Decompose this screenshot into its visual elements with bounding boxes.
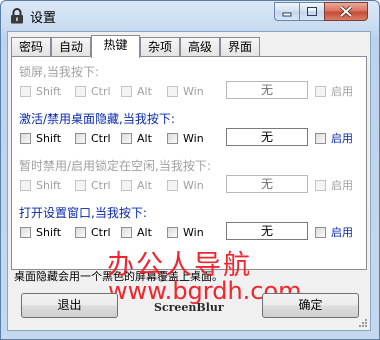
checkbox-box[interactable] [20, 227, 31, 238]
alt-label: Alt [137, 179, 152, 192]
checkbox-box[interactable] [75, 86, 86, 97]
tab-misc[interactable]: 杂项 [140, 37, 180, 56]
enable-label: 启用 [331, 132, 353, 145]
alt-checkbox[interactable]: Alt [121, 132, 152, 146]
shift-checkbox[interactable]: Shift [20, 85, 61, 99]
checkbox-box[interactable] [121, 133, 132, 144]
tab-interface[interactable]: 界面 [220, 37, 260, 56]
shift-label: Shift [36, 85, 62, 98]
checkbox-box[interactable] [167, 180, 178, 191]
checkbox-box[interactable] [121, 180, 132, 191]
exit-button[interactable]: 退出 [21, 293, 118, 318]
win-label: Win [183, 132, 204, 145]
hotkey-field[interactable]: 无 [226, 175, 308, 193]
checkbox-box[interactable] [20, 180, 31, 191]
dialog-body: 密码 自动 热键 杂项 高级 界面 锁屏,当我按下: Shift Ctrl Al… [7, 31, 371, 331]
resize-grip-icon[interactable] [358, 318, 368, 328]
win-label: Win [183, 85, 204, 98]
hotkey-field[interactable]: 无 [226, 222, 308, 240]
enable-checkbox[interactable]: 启用 [315, 179, 353, 193]
checkbox-box[interactable] [167, 133, 178, 144]
minimize-icon [282, 12, 292, 17]
checkbox-box[interactable] [315, 133, 326, 144]
alt-label: Alt [137, 85, 152, 98]
checkbox-box[interactable] [167, 86, 178, 97]
checkbox-box[interactable] [75, 133, 86, 144]
close-button[interactable] [324, 2, 368, 21]
shift-label: Shift [36, 132, 62, 145]
win-checkbox[interactable]: Win [167, 132, 204, 146]
alt-checkbox[interactable]: Alt [121, 179, 152, 193]
enable-label: 启用 [331, 226, 353, 239]
enable-checkbox[interactable]: 启用 [315, 85, 353, 99]
enable-checkbox[interactable]: 启用 [315, 132, 353, 146]
checkbox-box[interactable] [121, 227, 132, 238]
checkbox-box[interactable] [315, 227, 326, 238]
shift-checkbox[interactable]: Shift [20, 226, 61, 240]
checkbox-box[interactable] [121, 86, 132, 97]
enable-label: 启用 [331, 85, 353, 98]
group-title: 暂时禁用/启用锁定在空闲,当我按下: [19, 159, 211, 173]
tab-hotkeys[interactable]: 热键 [91, 35, 140, 58]
ctrl-checkbox[interactable]: Ctrl [75, 85, 111, 99]
tab-auto[interactable]: 自动 [51, 37, 91, 56]
win-label: Win [183, 226, 204, 239]
checkbox-box[interactable] [75, 180, 86, 191]
hotkeys-panel: 锁屏,当我按下: Shift Ctrl Alt Win 无 启用 激活/禁用桌面… [11, 56, 367, 270]
checkbox-box[interactable] [20, 133, 31, 144]
win-checkbox[interactable]: Win [167, 179, 204, 193]
ok-button[interactable]: 确定 [262, 293, 359, 318]
group-title: 激活/禁用桌面隐藏,当我按下: [19, 112, 175, 126]
ctrl-checkbox[interactable]: Ctrl [75, 226, 111, 240]
maximize-icon [307, 7, 317, 16]
close-icon [339, 5, 353, 18]
ctrl-label: Ctrl [91, 179, 111, 192]
checkbox-box[interactable] [75, 227, 86, 238]
checkbox-box[interactable] [315, 180, 326, 191]
ctrl-checkbox[interactable]: Ctrl [75, 132, 111, 146]
alt-label: Alt [137, 226, 152, 239]
ctrl-label: Ctrl [91, 85, 111, 98]
win-checkbox[interactable]: Win [167, 226, 204, 240]
maximize-button[interactable] [299, 2, 325, 21]
shift-checkbox[interactable]: Shift [20, 132, 61, 146]
ctrl-label: Ctrl [91, 226, 111, 239]
window-title: 设置 [30, 11, 57, 26]
shift-label: Shift [36, 179, 62, 192]
alt-label: Alt [137, 132, 152, 145]
tab-password[interactable]: 密码 [11, 37, 51, 56]
ctrl-checkbox[interactable]: Ctrl [75, 179, 111, 193]
checkbox-box[interactable] [315, 86, 326, 97]
checkbox-box[interactable] [20, 86, 31, 97]
ctrl-label: Ctrl [91, 132, 111, 145]
alt-checkbox[interactable]: Alt [121, 226, 152, 240]
title-bar[interactable]: 设置 [1, 1, 379, 31]
tab-advanced[interactable]: 高级 [180, 37, 220, 56]
enable-checkbox[interactable]: 启用 [315, 226, 353, 240]
checkbox-box[interactable] [167, 227, 178, 238]
shift-label: Shift [36, 226, 62, 239]
group-title: 锁屏,当我按下: [19, 65, 99, 79]
hotkey-field[interactable]: 无 [226, 128, 308, 146]
win-checkbox[interactable]: Win [167, 85, 204, 99]
alt-checkbox[interactable]: Alt [121, 85, 152, 99]
hotkey-field[interactable]: 无 [226, 81, 308, 99]
minimize-button[interactable] [274, 2, 300, 21]
lock-icon [11, 8, 23, 24]
shift-checkbox[interactable]: Shift [20, 179, 61, 193]
win-label: Win [183, 179, 204, 192]
settings-window: 设置 密码 自动 热键 杂项 高级 界面 锁屏,当我按下: Shift Ctrl… [0, 0, 380, 340]
brand-name: ScreenBlur [154, 301, 224, 314]
group-title: 打开设置窗口,当我按下: [19, 206, 147, 220]
enable-label: 启用 [331, 179, 353, 192]
